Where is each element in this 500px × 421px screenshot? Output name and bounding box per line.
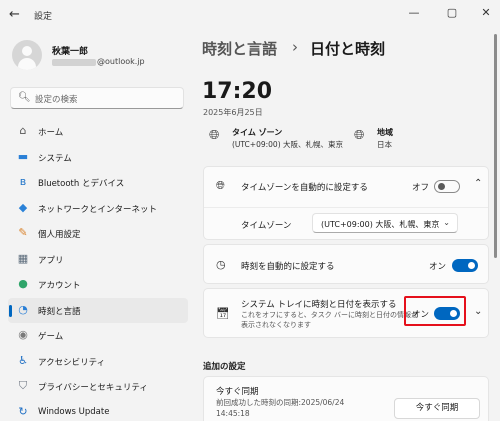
title-bar: ← 設定 — ▢ ✕ xyxy=(0,0,500,30)
sidebar-item-network[interactable]: ◆ ネットワークとインターネット xyxy=(8,196,188,222)
sidebar-item-label: ホーム xyxy=(38,128,64,138)
sidebar-item-label: 個人用設定 xyxy=(38,230,81,240)
breadcrumb-separator: › xyxy=(292,38,298,56)
timezone-select-label: タイムゾーン xyxy=(241,221,292,231)
additional-settings-heading: 追加の設定 xyxy=(203,362,246,372)
sidebar-item-label: Bluetooth とデバイス xyxy=(38,179,125,189)
region-info-value: 日本 xyxy=(377,140,392,149)
timezone-dropdown[interactable]: (UTC+09:00) 大阪、札幌、東京 ⌄ xyxy=(312,213,458,233)
back-arrow-icon[interactable]: ← xyxy=(9,7,20,22)
sync-now-button[interactable]: 今すぐ同期 xyxy=(394,398,480,419)
breadcrumb-parent[interactable]: 時刻と言語 xyxy=(202,38,277,59)
sidebar-item-label: システム xyxy=(38,153,72,164)
auto-time-state: オン xyxy=(429,262,447,272)
sidebar-item-label: 時刻と言語 xyxy=(38,306,81,317)
sidebar-item-label: Windows Update xyxy=(38,406,110,417)
sidebar-item-home[interactable]: ⌂ ホーム xyxy=(8,119,188,145)
avatar[interactable] xyxy=(12,40,42,70)
chevron-down-icon[interactable]: ⌄ xyxy=(474,306,482,317)
region-info-title: 地域 xyxy=(377,128,393,137)
apps-icon: ▦ xyxy=(17,251,29,265)
auto-timezone-label: タイムゾーンを自動的に設定する xyxy=(241,183,368,193)
timezone-settings-icon: 🌐︎ xyxy=(216,179,225,192)
maximize-button[interactable]: ▢ xyxy=(440,6,464,19)
sidebar-item-system[interactable]: ▬ システム xyxy=(8,145,188,171)
scrollbar[interactable] xyxy=(494,34,497,258)
home-icon: ⌂ xyxy=(19,124,27,137)
sidebar-item-privacy-shield[interactable]: ⛉ プライバシーとセキュリティ xyxy=(8,374,188,400)
chevron-up-icon[interactable]: ⌃ xyxy=(474,178,482,189)
email-redacted xyxy=(52,59,96,66)
auto-timezone-state: オフ xyxy=(412,183,430,193)
tray-time-desc-2: 表示されなくなります xyxy=(241,321,311,329)
sidebar-item-personalization[interactable]: ✎ 個人用設定 xyxy=(8,221,188,247)
system-icon: ▬ xyxy=(17,149,29,163)
chevron-down-icon: ⌄ xyxy=(443,218,450,227)
auto-time-toggle[interactable] xyxy=(452,259,478,272)
sidebar-item-label: ゲーム xyxy=(38,332,64,342)
sidebar-item-windows-update[interactable]: ↻ Windows Update xyxy=(8,400,188,421)
sidebar-item-bluetooth[interactable]: ʙ Bluetooth とデバイス xyxy=(8,170,188,196)
gaming-icon: ◉ xyxy=(18,328,28,341)
auto-time-label: 時刻を自動的に設定する xyxy=(241,262,335,272)
sidebar-item-gaming[interactable]: ◉ ゲーム xyxy=(8,323,188,349)
search-input[interactable]: 🔍︎ 設定の検索 xyxy=(10,87,184,109)
sidebar-item-time-language[interactable]: ◔ 時刻と言語 xyxy=(8,297,188,323)
divider xyxy=(204,207,488,208)
profile-email: @outlook.jp xyxy=(97,57,145,66)
bluetooth-icon: ʙ xyxy=(19,175,27,188)
highlight-box xyxy=(404,296,466,326)
sidebar-item-label: ネットワークとインターネット xyxy=(38,204,158,215)
auto-timezone-toggle[interactable] xyxy=(434,180,460,193)
profile-name: 秋葉一郎 xyxy=(52,47,89,57)
personalization-icon: ✎ xyxy=(18,226,28,239)
page-title: 日付と時刻 xyxy=(310,40,386,58)
search-icon: 🔍︎ xyxy=(18,92,31,103)
tray-time-desc-1: これをオフにすると、タスク バーに時刻と日付の情報が xyxy=(241,311,419,319)
clock-icon: ◷ xyxy=(216,258,226,271)
accessibility-icon: ♿ xyxy=(18,353,28,367)
sidebar-item-apps[interactable]: ▦ アプリ xyxy=(8,247,188,273)
privacy-shield-icon: ⛉ xyxy=(18,379,28,392)
sidebar-item-accounts[interactable]: ● アカウント xyxy=(8,272,188,298)
tray-time-label: システム トレイに時刻と日付を表示する xyxy=(241,300,397,310)
sidebar-item-label: アカウント xyxy=(38,281,81,291)
sidebar-item-label: プライバシーとセキュリティ xyxy=(38,383,148,393)
minimize-button[interactable]: — xyxy=(402,6,426,19)
current-time: 17:20 xyxy=(202,79,273,104)
search-placeholder: 設定の検索 xyxy=(35,95,78,105)
sync-title: 今すぐ同期 xyxy=(216,387,259,397)
sidebar-nav: ⌂ ホーム ▬ システム ʙ Bluetooth とデバイス ◆ ネットワークとインターネット… xyxy=(8,119,188,421)
auto-time-card: ◷ 時刻を自動的に設定する オン xyxy=(203,244,489,284)
globe-icon: 🌐︎ xyxy=(354,128,365,143)
timezone-info-value: (UTC+09:00) 大阪、札幌、東京 xyxy=(232,140,344,149)
sync-detail-2: 14:45:18 xyxy=(216,409,250,418)
timezone-info-title: タイム ゾーン xyxy=(232,128,283,137)
sidebar-item-accessibility[interactable]: ♿ アクセシビリティ xyxy=(8,349,188,375)
window-title: 設定 xyxy=(34,12,53,22)
timezone-dropdown-value: (UTC+09:00) 大阪、札幌、東京 xyxy=(321,220,440,229)
time-language-icon: ◔ xyxy=(18,302,28,316)
sidebar-item-label: アプリ xyxy=(38,255,64,266)
sidebar-item-label: アクセシビリティ xyxy=(38,357,106,368)
close-button[interactable]: ✕ xyxy=(474,6,498,19)
accounts-icon: ● xyxy=(18,277,28,290)
network-icon: ◆ xyxy=(18,200,28,214)
current-date: 2025年6月25日 xyxy=(203,108,263,117)
windows-update-icon: ↻ xyxy=(18,404,28,418)
globe-clock-icon: 🌐︎ xyxy=(209,128,220,143)
sync-detail-1: 前回成功した時刻の同期:2025/06/24 xyxy=(216,398,345,407)
calendar-clock-icon: 📅︎ xyxy=(216,307,230,320)
